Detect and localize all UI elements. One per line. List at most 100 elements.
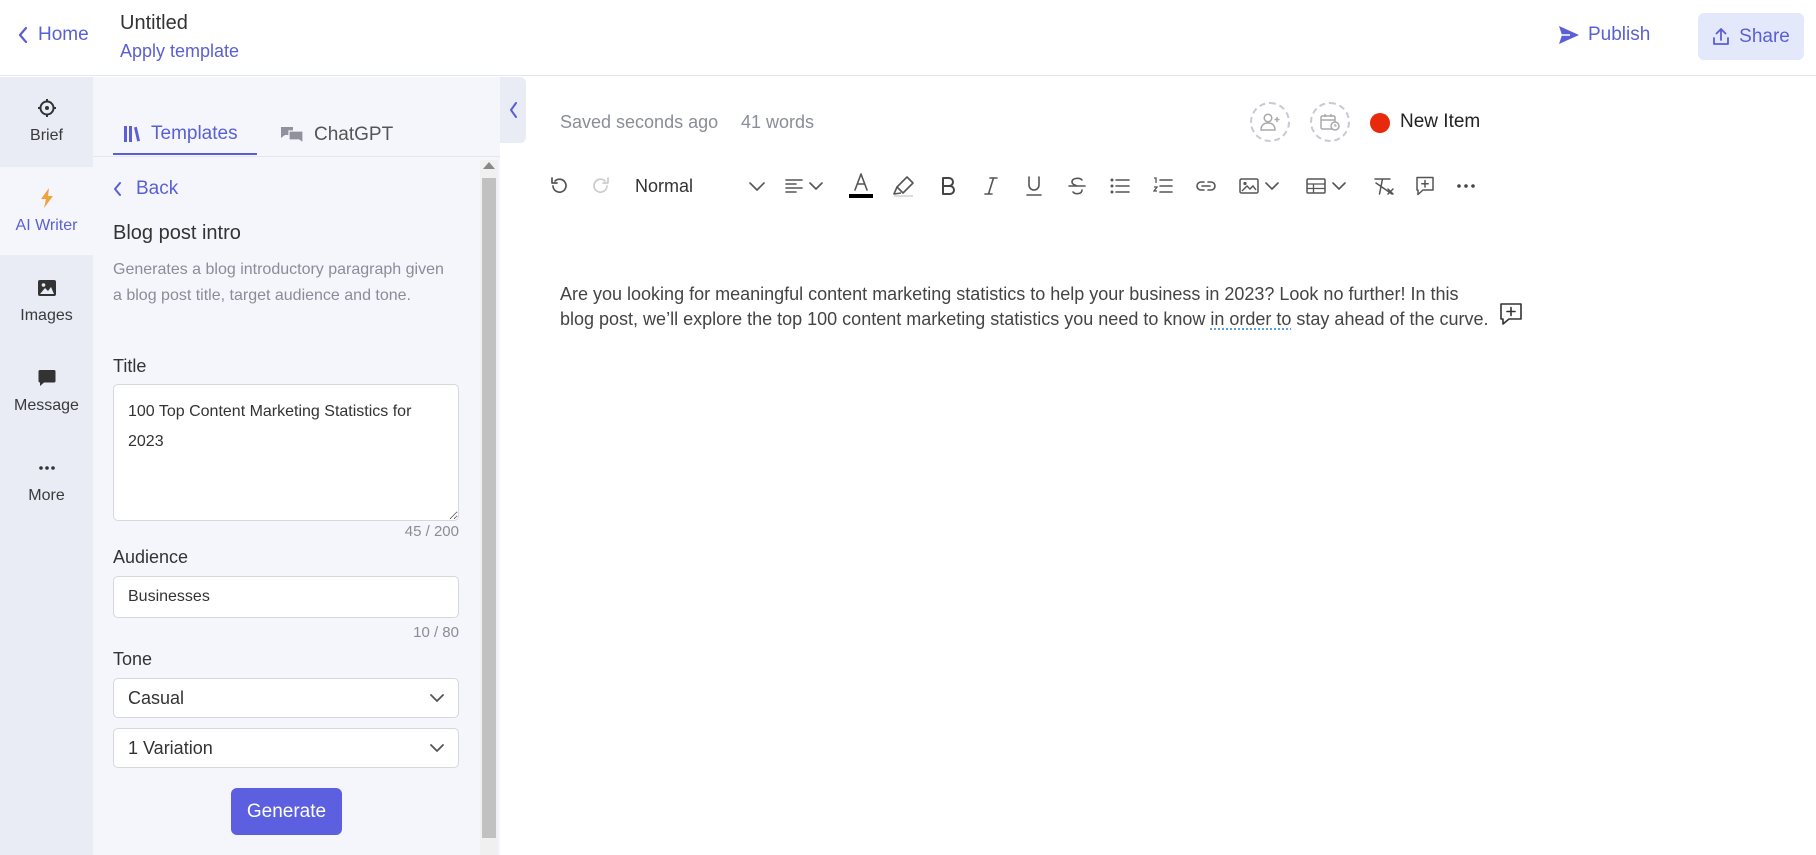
audience-char-counter: 10 / 80 (413, 624, 459, 641)
add-user-icon (1260, 113, 1280, 131)
insert-table-button[interactable] (1300, 168, 1352, 204)
redo-button[interactable] (582, 168, 620, 204)
calendar-clock-icon (1320, 114, 1340, 131)
chevron-down-icon (749, 181, 765, 191)
link-button[interactable] (1190, 168, 1222, 204)
undo-icon (551, 177, 567, 194)
numbered-list-button[interactable] (1147, 168, 1179, 204)
publish-button[interactable]: Publish (1558, 24, 1650, 46)
tab-label: Templates (151, 123, 238, 144)
align-left-icon (785, 179, 803, 193)
share-button[interactable]: Share (1698, 13, 1804, 60)
rail-item-more[interactable]: More (0, 437, 93, 525)
ai-writer-panel: Templates ChatGPT Back Blog post intro G… (93, 77, 500, 855)
title-field-label: Title (113, 356, 147, 376)
chevron-down-icon (1265, 181, 1279, 190)
upload-icon (1713, 28, 1730, 45)
home-label: Home (38, 24, 89, 45)
strikethrough-icon (1068, 177, 1086, 195)
apply-template-link[interactable]: Apply template (120, 41, 239, 62)
set-due-date-button[interactable] (1310, 102, 1350, 142)
more-dots-icon (38, 457, 55, 479)
paragraph-style-select[interactable]: Normal (635, 168, 765, 204)
back-label: Back (136, 178, 179, 199)
redo-icon (593, 177, 609, 194)
chevron-left-icon (114, 182, 121, 196)
add-comment-icon (1500, 303, 1522, 325)
title-textarea[interactable]: 100 Top Content Marketing Statistics for… (113, 384, 459, 521)
table-icon (1306, 178, 1326, 194)
document-title[interactable]: Untitled (120, 12, 188, 35)
image-icon (37, 277, 56, 299)
audience-input[interactable] (113, 576, 459, 618)
tone-select[interactable]: Casual (113, 678, 459, 718)
bullet-list-button[interactable] (1104, 168, 1136, 204)
grammar-suggestion[interactable]: in order to (1210, 309, 1291, 329)
home-link[interactable]: Home (18, 24, 89, 46)
tab-chatgpt[interactable]: ChatGPT (280, 115, 393, 155)
back-link[interactable]: Back (113, 178, 178, 200)
rail-item-ai-writer[interactable]: AI Writer (0, 167, 93, 255)
chevron-down-icon (430, 693, 444, 702)
underline-icon (1026, 176, 1042, 196)
collapse-panel-button[interactable] (500, 77, 526, 143)
chevron-down-icon (430, 743, 444, 752)
underline-button[interactable] (1018, 168, 1050, 204)
status-dot (1370, 113, 1390, 133)
scroll-up-arrow-icon[interactable] (483, 162, 495, 169)
highlighter-icon (893, 176, 914, 197)
left-rail: Brief AI Writer Images Message More (0, 77, 93, 855)
bold-button[interactable] (932, 168, 964, 204)
chevron-down-icon (809, 181, 823, 190)
workflow-status[interactable]: New Item (1400, 111, 1480, 133)
tab-templates[interactable]: Templates (113, 115, 257, 155)
title-char-counter: 45 / 200 (404, 523, 459, 540)
tone-value: Casual (128, 687, 185, 708)
template-description: Generates a blog introductory paragraph … (113, 261, 444, 304)
paragraph-style-value: Normal (635, 175, 694, 196)
generate-button[interactable]: Generate (231, 788, 342, 835)
rail-item-message[interactable]: Message (0, 347, 93, 435)
word-count: 41 words (741, 112, 815, 132)
rail-label: Images (20, 307, 73, 324)
italic-icon (984, 177, 998, 195)
tone-field-label: Tone (113, 649, 153, 669)
crosshair-icon (37, 97, 57, 119)
insert-image-button[interactable] (1233, 168, 1285, 204)
image-icon (1239, 178, 1259, 194)
text-align-button[interactable] (780, 168, 828, 204)
books-icon (124, 126, 140, 142)
rail-label: AI Writer (15, 217, 78, 234)
clear-format-icon (1374, 178, 1394, 195)
highlight-button[interactable] (888, 168, 920, 204)
clear-formatting-button[interactable] (1368, 168, 1400, 204)
more-tools-button[interactable] (1450, 168, 1482, 204)
add-comment-icon (1416, 176, 1434, 196)
more-dots-icon (1457, 184, 1475, 188)
chat-bubble-icon (38, 367, 56, 389)
rail-label: Message (14, 397, 79, 414)
document-body[interactable]: Are you looking for meaningful content m… (560, 282, 1495, 332)
paragraph-text: stay ahead of the curve. (1291, 309, 1489, 329)
strikethrough-button[interactable] (1061, 168, 1093, 204)
scroll-thumb[interactable] (482, 178, 496, 838)
chat-bubbles-icon (281, 127, 304, 145)
panel-scrollbar[interactable] (480, 160, 498, 855)
italic-button[interactable] (975, 168, 1007, 204)
rail-label: Brief (30, 127, 63, 144)
text-color-button[interactable] (845, 168, 877, 204)
template-title: Blog post intro (113, 222, 241, 244)
assign-user-button[interactable] (1250, 102, 1290, 142)
rail-item-brief[interactable]: Brief (0, 77, 93, 165)
share-label: Share (1739, 25, 1790, 47)
publish-label: Publish (1588, 24, 1651, 45)
panel-tabs: Templates ChatGPT (93, 77, 500, 157)
inline-add-comment-button[interactable] (1499, 302, 1523, 331)
bullet-list-icon (1110, 178, 1130, 194)
saved-status: Saved seconds ago (560, 112, 719, 132)
add-comment-button[interactable] (1409, 168, 1441, 204)
rail-label: More (28, 487, 65, 504)
variation-select[interactable]: 1 Variation (113, 728, 459, 768)
undo-button[interactable] (540, 168, 578, 204)
rail-item-images[interactable]: Images (0, 257, 93, 345)
